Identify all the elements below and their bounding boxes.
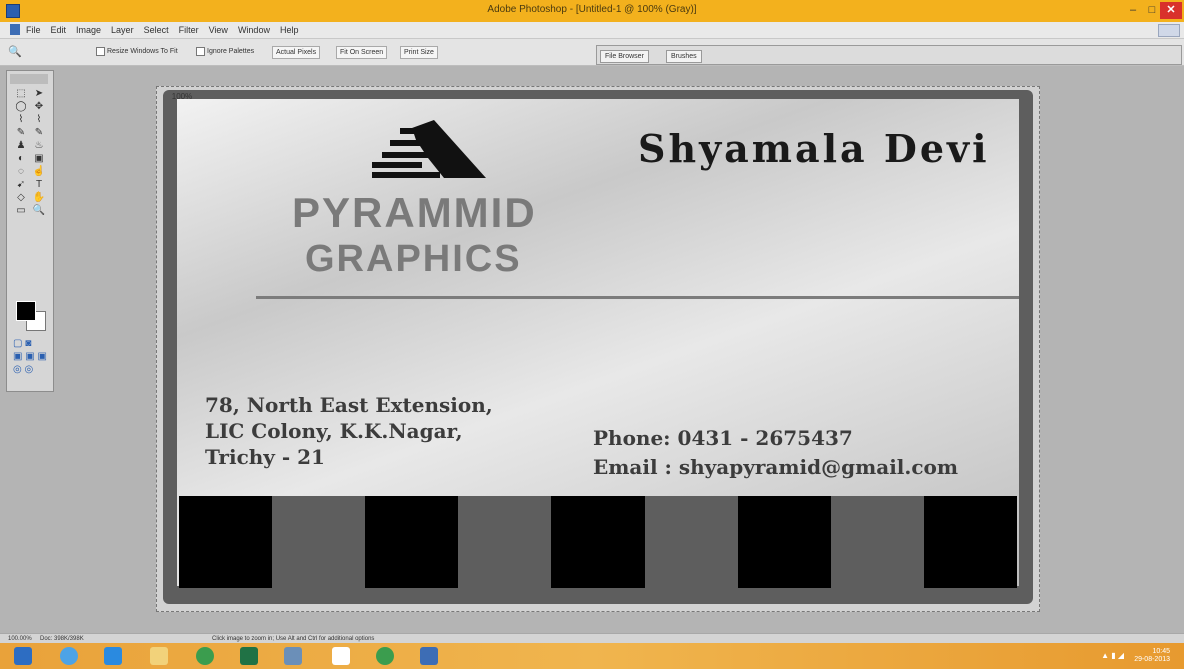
card-email: Email : shyapyramid@gmail.com bbox=[593, 455, 959, 479]
zoom-tool-small-icon[interactable]: 🔍 bbox=[30, 204, 48, 217]
actual-pixels-button[interactable]: Actual Pixels bbox=[272, 46, 321, 59]
card-name: Shyamala Devi bbox=[638, 126, 990, 171]
ignore-palettes-label: Ignore Palettes bbox=[207, 48, 255, 55]
resize-windows-checkbox[interactable]: Resize Windows To Fit bbox=[96, 46, 178, 57]
pattern-block bbox=[551, 496, 645, 588]
menu-file[interactable]: File bbox=[26, 24, 41, 36]
lasso-tool-icon[interactable]: ◯ bbox=[12, 100, 30, 113]
menu-image[interactable]: Image bbox=[76, 24, 101, 36]
history-brush-tool-icon[interactable]: ♨ bbox=[30, 139, 48, 152]
hand-tool-icon[interactable]: ✋ bbox=[30, 191, 48, 204]
status-message: Click image to zoom in; Use Alt and Ctrl… bbox=[212, 636, 375, 642]
gradient-tool-icon[interactable]: ▣ bbox=[30, 152, 48, 165]
pattern-block bbox=[365, 496, 459, 588]
clock-time: 10:45 bbox=[1152, 648, 1170, 655]
title-bar: Adobe Photoshop - [Untitled-1 @ 100% (Gr… bbox=[0, 0, 1184, 22]
file-explorer-icon[interactable] bbox=[150, 647, 168, 665]
toolbox: ⬚ ➤ ◯ ✥ ⌇ ⌇ ✎ ✎ ♟ ♨ ◐ ▣ ◌ ☝ ➹ T ◇ ✋ ▭ 🔍 … bbox=[6, 70, 54, 392]
pattern-block bbox=[458, 496, 552, 588]
menu-bar: File Edit Image Layer Select Filter View… bbox=[0, 22, 1184, 39]
maximize-button[interactable]: □ bbox=[1143, 2, 1161, 19]
document-app-icon[interactable] bbox=[332, 647, 350, 665]
move-tool-icon[interactable]: ➤ bbox=[30, 87, 48, 100]
start-button-icon[interactable] bbox=[14, 647, 32, 665]
crop-tool-icon[interactable]: ⌇ bbox=[12, 113, 30, 126]
card-phone: Phone: 0431 - 2675437 bbox=[593, 426, 853, 450]
checkbox-icon bbox=[196, 46, 205, 56]
logo-text-line2: GRAPHICS bbox=[305, 238, 522, 280]
clock-date: 29-08-2013 bbox=[1134, 656, 1170, 663]
checkbox-icon bbox=[96, 46, 105, 56]
chrome-icon[interactable] bbox=[196, 647, 214, 665]
marquee-tool-icon[interactable]: ⬚ bbox=[12, 87, 30, 100]
pattern-block bbox=[179, 496, 273, 588]
pattern-block bbox=[644, 496, 738, 588]
divider bbox=[256, 296, 1019, 299]
pencil-tool-icon[interactable]: ✎ bbox=[30, 126, 48, 139]
close-button[interactable]: ✕ bbox=[1160, 2, 1182, 19]
address-line-1: 78, North East Extension, bbox=[205, 393, 493, 417]
status-zoom[interactable]: 100.00% bbox=[8, 635, 32, 643]
system-tray-icons[interactable]: ▲ ▮ ◢ bbox=[1101, 651, 1124, 660]
zoom-tool-icon[interactable]: 🔍 bbox=[8, 45, 22, 58]
internet-explorer-icon[interactable] bbox=[104, 647, 122, 665]
menu-select[interactable]: Select bbox=[144, 24, 169, 36]
shape-tool-icon[interactable]: ▭ bbox=[12, 204, 30, 217]
menu-help[interactable]: Help bbox=[280, 24, 299, 36]
blur-tool-icon[interactable]: ◌ bbox=[12, 165, 30, 178]
foreground-color-swatch[interactable] bbox=[16, 301, 36, 321]
path-select-tool-icon[interactable]: ➹ bbox=[12, 178, 30, 191]
clock[interactable]: 10:45 29-08-2013 bbox=[1134, 648, 1170, 664]
tab-brushes[interactable]: Brushes bbox=[666, 50, 702, 63]
logo-text-line1: PYRAMMID bbox=[292, 189, 537, 236]
card-pattern-band bbox=[179, 496, 1017, 588]
pen-tool-icon[interactable]: ◇ bbox=[12, 191, 30, 204]
menu-view[interactable]: View bbox=[209, 24, 228, 36]
status-doc-size[interactable]: Doc: 398K/398K bbox=[40, 635, 84, 643]
pattern-block bbox=[272, 496, 366, 588]
dodge-tool-icon[interactable]: ☝ bbox=[30, 165, 48, 178]
screen-mode-icons[interactable]: ▢ ◙ ▣ ▣ ▣ ◎ ◎ bbox=[13, 337, 47, 376]
type-tool-icon[interactable]: T bbox=[30, 178, 48, 191]
minimize-button[interactable]: – bbox=[1124, 2, 1142, 19]
toolbox-grip[interactable] bbox=[10, 74, 48, 84]
address-line-2: LIC Colony, K.K.Nagar, bbox=[205, 419, 463, 443]
taskbar: ▲ ▮ ◢ 10:45 29-08-2013 bbox=[0, 643, 1184, 669]
media-player-icon[interactable] bbox=[60, 647, 78, 665]
ignore-palettes-checkbox[interactable]: Ignore Palettes bbox=[196, 46, 254, 57]
menu-layer[interactable]: Layer bbox=[111, 24, 134, 36]
eraser-tool-icon[interactable]: ◐ bbox=[12, 152, 30, 165]
menu-edit[interactable]: Edit bbox=[51, 24, 67, 36]
brush-tool-icon[interactable]: ✎ bbox=[12, 126, 30, 139]
menu-window[interactable]: Window bbox=[238, 24, 270, 36]
pattern-block bbox=[737, 496, 831, 588]
paint-icon[interactable] bbox=[284, 647, 302, 665]
photoshop-taskbar-icon[interactable] bbox=[420, 647, 438, 665]
document-window-controls[interactable] bbox=[1158, 24, 1180, 37]
document-icon[interactable] bbox=[10, 24, 20, 35]
excel-icon[interactable] bbox=[240, 647, 258, 665]
window-title: Adobe Photoshop - [Untitled-1 @ 100% (Gr… bbox=[487, 4, 697, 15]
tab-file-browser[interactable]: File Browser bbox=[600, 50, 649, 63]
card-address: 78, North East Extension, LIC Colony, K.… bbox=[205, 392, 493, 470]
slice-tool-icon[interactable]: ⌇ bbox=[30, 113, 48, 126]
resize-windows-label: Resize Windows To Fit bbox=[107, 48, 178, 55]
menu-filter[interactable]: Filter bbox=[179, 24, 199, 36]
address-line-3: Trichy - 21 bbox=[205, 445, 325, 469]
fit-on-screen-button[interactable]: Fit On Screen bbox=[336, 46, 388, 59]
print-size-button[interactable]: Print Size bbox=[400, 46, 438, 59]
chrome-second-icon[interactable] bbox=[376, 647, 394, 665]
pattern-block bbox=[923, 496, 1017, 588]
magic-wand-tool-icon[interactable]: ✥ bbox=[30, 100, 48, 113]
pattern-block bbox=[830, 496, 924, 588]
pyramid-logo-icon bbox=[372, 120, 486, 178]
card-contact: Phone: 0431 - 2675437 Email : shyapyrami… bbox=[593, 424, 958, 482]
stamp-tool-icon[interactable]: ♟ bbox=[12, 139, 30, 152]
